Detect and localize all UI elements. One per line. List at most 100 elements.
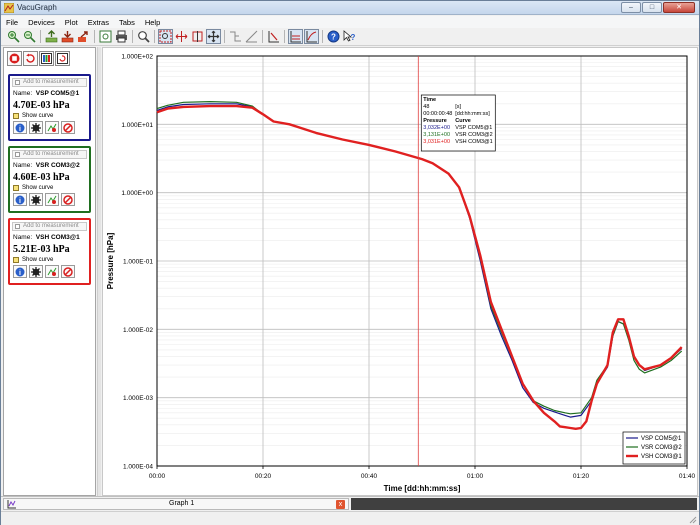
menu-plot[interactable]: Plot bbox=[60, 16, 83, 28]
device-name: VSP COM5@1 bbox=[35, 90, 80, 97]
zoom-in-icon[interactable] bbox=[6, 29, 21, 44]
magnifier-icon[interactable] bbox=[136, 29, 151, 44]
y-tick-label: 1.000E-01 bbox=[123, 259, 153, 266]
menu-devices[interactable]: Devices bbox=[23, 16, 60, 28]
show-curve-checkbox[interactable]: Show curve bbox=[13, 185, 89, 191]
print-icon[interactable] bbox=[114, 29, 129, 44]
pressure-readout: 5.21E-03 hPa bbox=[13, 244, 70, 255]
menu-file[interactable]: File bbox=[1, 16, 23, 28]
maximize-button[interactable]: □ bbox=[642, 2, 662, 13]
show-curve-checkbox[interactable]: Show curve bbox=[13, 113, 89, 119]
curve-color-icon[interactable] bbox=[45, 193, 59, 206]
device-name-label: Name: bbox=[13, 234, 33, 241]
cursor-curve-header: Curve bbox=[455, 118, 471, 124]
tab-bar-empty bbox=[351, 498, 697, 510]
device-name-row: Name: VSP COM5@1 bbox=[13, 90, 89, 97]
device-name-label: Name: bbox=[13, 162, 33, 169]
zoom-x-icon[interactable] bbox=[174, 29, 189, 44]
info-icon[interactable]: i bbox=[13, 193, 27, 206]
help-icon[interactable]: ? bbox=[326, 29, 341, 44]
add-to-measurement-checkbox[interactable]: Add to measurement bbox=[12, 222, 87, 231]
show-curve-label: Show curve bbox=[22, 113, 54, 119]
add-to-measurement-label: Add to measurement bbox=[23, 79, 79, 85]
import-icon[interactable] bbox=[44, 29, 59, 44]
add-to-measurement-checkbox[interactable]: Add to measurement bbox=[12, 78, 87, 87]
curve-b-icon[interactable] bbox=[244, 29, 259, 44]
add-to-measurement-checkbox[interactable]: Add to measurement bbox=[12, 150, 87, 159]
columns-icon[interactable] bbox=[39, 51, 54, 66]
app-logo-icon bbox=[4, 3, 14, 13]
show-curve-checkbox[interactable]: Show curve bbox=[13, 257, 89, 263]
curve-color-icon[interactable] bbox=[45, 121, 59, 134]
cursor-time-value: 00:00:00:48 bbox=[423, 111, 452, 117]
menu-extras[interactable]: Extras bbox=[83, 16, 114, 28]
device-name: VSH COM3@1 bbox=[35, 234, 80, 241]
minimize-button[interactable]: – bbox=[621, 2, 641, 13]
tab-bar: Graph 1 x bbox=[1, 496, 699, 510]
gear-icon[interactable] bbox=[29, 193, 43, 206]
zoom-y-icon[interactable] bbox=[190, 29, 205, 44]
svg-text:i: i bbox=[19, 198, 21, 205]
device-toolbar bbox=[7, 51, 71, 66]
panel-splitter[interactable] bbox=[97, 47, 101, 496]
cursor-curve-name: VSH COM3@1 bbox=[455, 139, 492, 145]
cursor-pressure-value: 3,031E+00 bbox=[423, 139, 450, 145]
add-to-measurement-label: Add to measurement bbox=[23, 223, 79, 229]
gear-icon[interactable] bbox=[29, 121, 43, 134]
cursor-pressure-value: 3,131E+00 bbox=[423, 132, 450, 138]
tab-graph-1[interactable]: Graph 1 x bbox=[3, 498, 349, 510]
close-tab-icon[interactable]: x bbox=[336, 500, 345, 509]
curve-a-icon[interactable] bbox=[228, 29, 243, 44]
restart-icon[interactable] bbox=[23, 51, 38, 66]
x-tick-label: 00:20 bbox=[255, 473, 272, 480]
menu-tabs[interactable]: Tabs bbox=[114, 16, 140, 28]
y-tick-label: 1.000E+02 bbox=[121, 54, 153, 61]
app-window: VacuGraph – □ ✕ File Devices Plot Extras… bbox=[0, 0, 700, 525]
pressure-chart[interactable]: 1.000E-04 1.000E-03 1.000E-02 1.000E-01 1.00… bbox=[103, 48, 697, 495]
info-icon[interactable]: i bbox=[13, 121, 27, 134]
x-tick-label: 01:40 bbox=[679, 473, 696, 480]
scale-icon[interactable] bbox=[266, 29, 281, 44]
curve-color-icon[interactable] bbox=[45, 265, 59, 278]
disconnect-icon[interactable] bbox=[61, 121, 75, 134]
y-tick-label: 1.000E-03 bbox=[123, 395, 153, 402]
range-icon[interactable] bbox=[288, 29, 303, 44]
y-tick-label: 1.000E-02 bbox=[123, 327, 153, 334]
context-help-icon[interactable]: ? bbox=[342, 29, 357, 44]
info-icon[interactable]: i bbox=[13, 265, 27, 278]
resize-grip-icon[interactable] bbox=[687, 514, 697, 524]
svg-text:i: i bbox=[19, 270, 21, 277]
stop-icon[interactable] bbox=[7, 51, 22, 66]
cursor-pressure-header: Pressure bbox=[423, 118, 447, 124]
x-tick-label: 00:40 bbox=[361, 473, 378, 480]
device-card-vsp: Add to measurement Name: VSP COM5@1 4.70… bbox=[8, 74, 91, 141]
gear-icon[interactable] bbox=[29, 265, 43, 278]
disconnect-icon[interactable] bbox=[61, 193, 75, 206]
status-bar bbox=[1, 511, 699, 525]
close-window-button[interactable]: ✕ bbox=[663, 2, 695, 13]
add-to-measurement-label: Add to measurement bbox=[23, 151, 79, 157]
range-log-icon[interactable] bbox=[304, 29, 319, 44]
pan-icon[interactable] bbox=[206, 29, 221, 44]
disconnect-icon[interactable] bbox=[61, 265, 75, 278]
x-tick-label: 00:00 bbox=[149, 473, 166, 480]
y-tick-label: 1.000E+00 bbox=[121, 190, 153, 197]
settings-refresh-icon[interactable] bbox=[55, 51, 70, 66]
screenshot-icon[interactable] bbox=[98, 29, 113, 44]
legend-entry: VSP COM5@1 bbox=[641, 436, 682, 442]
plot-area: 1.000E-04 1.000E-03 1.000E-02 1.000E-01 1.00… bbox=[102, 47, 698, 496]
legend-entry: VSR COM3@2 bbox=[641, 445, 682, 451]
zoom-rect-icon[interactable] bbox=[158, 29, 173, 44]
cursor-time-seconds: 48 bbox=[423, 104, 429, 110]
menu-help[interactable]: Help bbox=[140, 16, 165, 28]
show-curve-label: Show curve bbox=[22, 185, 54, 191]
export-icon[interactable] bbox=[60, 29, 75, 44]
cursor-time-header: Time bbox=[423, 97, 436, 103]
send-icon[interactable] bbox=[76, 29, 91, 44]
zoom-out-icon[interactable] bbox=[22, 29, 37, 44]
y-tick-label: 1.000E+01 bbox=[121, 122, 153, 129]
svg-text:?: ? bbox=[351, 33, 356, 42]
x-tick-label: 01:20 bbox=[573, 473, 590, 480]
title-bar[interactable]: VacuGraph – □ ✕ bbox=[1, 1, 699, 15]
y-tick-label: 1.000E-04 bbox=[123, 464, 153, 471]
